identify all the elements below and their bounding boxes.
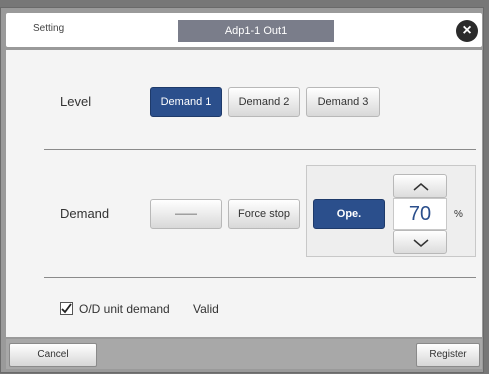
divider	[44, 149, 476, 150]
ope-button[interactable]: Ope.	[313, 199, 385, 229]
register-button[interactable]: Register	[416, 343, 480, 367]
demand-3-button[interactable]: Demand 3	[306, 87, 380, 117]
blank-button[interactable]: ——	[150, 199, 222, 229]
setting-label: Setting	[33, 23, 65, 34]
unit-label: %	[454, 209, 463, 220]
od-unit-label: O/D unit demand	[79, 302, 170, 316]
od-unit-status: Valid	[193, 302, 219, 316]
force-stop-button[interactable]: Force stop	[228, 199, 300, 229]
divider	[44, 277, 476, 278]
decrease-button[interactable]	[393, 230, 447, 254]
cancel-button[interactable]: Cancel	[9, 343, 97, 367]
value-display: 70	[393, 198, 447, 230]
level-label: Level	[60, 94, 92, 109]
demand-2-button[interactable]: Demand 2	[228, 87, 300, 117]
od-unit-checkbox[interactable]	[60, 302, 73, 315]
increase-button[interactable]	[393, 174, 447, 198]
close-icon[interactable]: ×	[456, 20, 478, 42]
chevron-up-icon	[413, 183, 429, 191]
demand-1-button[interactable]: Demand 1	[150, 87, 222, 117]
demand-label: Demand	[60, 206, 110, 221]
check-icon	[61, 303, 72, 314]
chevron-down-icon	[413, 239, 429, 247]
page-title: Adp1-1 Out1	[178, 20, 334, 42]
